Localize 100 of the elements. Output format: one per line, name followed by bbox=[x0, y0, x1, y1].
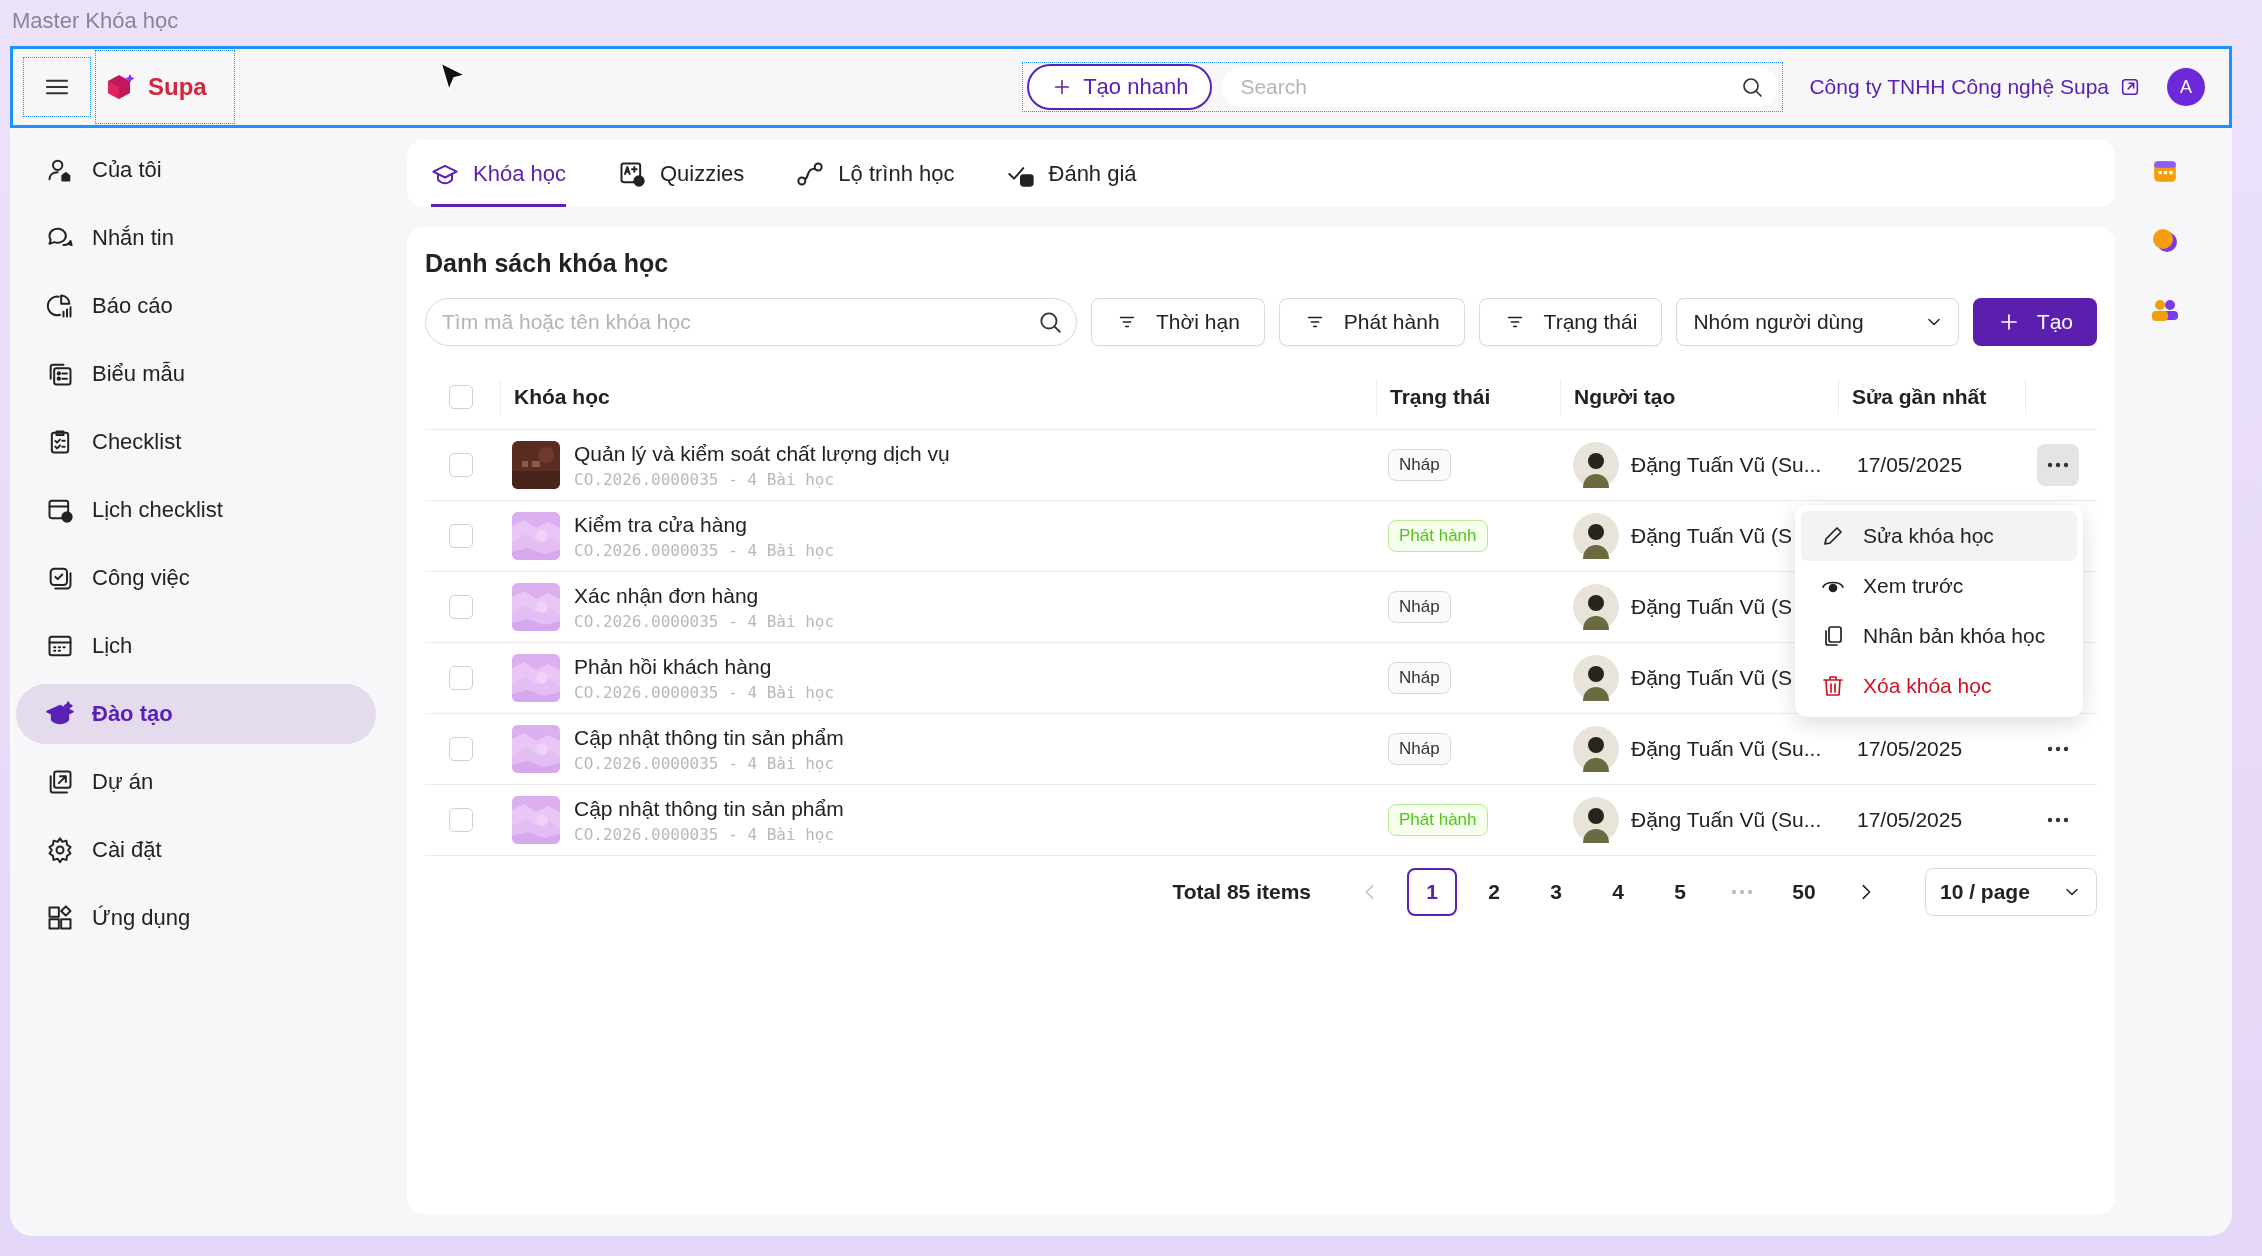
course-name[interactable]: Cập nhật thông tin sản phẩm bbox=[574, 796, 844, 821]
course-name[interactable]: Quản lý và kiểm soát chất lượng dịch vụ bbox=[574, 441, 950, 466]
sidebar-item[interactable]: Báo cáo bbox=[16, 276, 376, 336]
more-icon bbox=[2047, 817, 2069, 823]
course-code: CO.2026.0000035 - 4 Bài học bbox=[574, 540, 835, 560]
page-button[interactable]: 4 bbox=[1593, 868, 1643, 916]
settings-icon bbox=[46, 836, 74, 864]
status-tag: Nháp bbox=[1388, 733, 1451, 765]
avatar[interactable]: A bbox=[2167, 68, 2205, 106]
row-checkbox[interactable] bbox=[449, 453, 473, 477]
tab[interactable]: Quizzies bbox=[617, 140, 745, 207]
creator-name: Đặng Tuấn Vũ (Su... bbox=[1631, 808, 1822, 832]
creator-name: Đặng Tuấn Vũ (Su... bbox=[1631, 453, 1822, 477]
sidebar-item[interactable]: Đào tạo bbox=[16, 684, 376, 744]
course-code: CO.2026.0000035 - 4 Bài học bbox=[574, 469, 836, 489]
course-name[interactable]: Xác nhận đơn hàng bbox=[574, 583, 835, 608]
page-button[interactable]: 3 bbox=[1531, 868, 1581, 916]
users-icon[interactable] bbox=[2150, 298, 2180, 322]
modified-date: 17/05/2025 bbox=[1856, 737, 1963, 760]
status-tag: Phát hành bbox=[1388, 804, 1488, 836]
row-checkbox[interactable] bbox=[449, 666, 473, 690]
creator-name: Đặng Tuấn Vũ (Su... bbox=[1631, 737, 1822, 761]
sidebar-item[interactable]: Công việc bbox=[16, 548, 376, 608]
column-header: Sửa gần nhất bbox=[1852, 384, 1987, 409]
page-button[interactable]: 50 bbox=[1779, 868, 1829, 916]
total-count: Total 85 items bbox=[1172, 880, 1311, 904]
menu-button[interactable] bbox=[23, 57, 91, 117]
menu-item[interactable]: Nhân bản khóa học bbox=[1801, 611, 2077, 661]
avatar bbox=[1573, 726, 1619, 772]
company-name[interactable]: Công ty TNHH Công nghệ Supa bbox=[1809, 75, 2109, 99]
trash-icon bbox=[1821, 674, 1845, 698]
filter-button[interactable]: Phát hành bbox=[1278, 298, 1465, 346]
filter-button[interactable]: Thời hạn bbox=[1091, 298, 1265, 346]
status-tag: Phát hành bbox=[1388, 520, 1488, 552]
sidebar-item[interactable]: Lịch checklist bbox=[16, 480, 376, 540]
row-checkbox[interactable] bbox=[449, 737, 473, 761]
group-select[interactable]: Nhóm người dùng bbox=[1676, 298, 1959, 346]
modified-date: 17/05/2025 bbox=[1856, 808, 1963, 831]
course-code: CO.2026.0000035 - 4 Bài học bbox=[574, 824, 836, 844]
column-header: Trạng thái bbox=[1390, 384, 1491, 409]
chat-icon[interactable] bbox=[2151, 228, 2179, 254]
page-button[interactable]: 1 bbox=[1407, 868, 1457, 916]
page-button[interactable]: 5 bbox=[1655, 868, 1705, 916]
row-checkbox[interactable] bbox=[449, 595, 473, 619]
creator-name: Đặng Tuấn Vũ (S bbox=[1631, 524, 1793, 548]
apps-icon bbox=[46, 904, 74, 932]
creator-name: Đặng Tuấn Vũ (S bbox=[1631, 666, 1793, 690]
course-name[interactable]: Cập nhật thông tin sản phẩm bbox=[574, 725, 844, 750]
search-icon bbox=[1037, 309, 1063, 335]
list-title: Danh sách khóa học bbox=[425, 249, 670, 278]
page-button[interactable]: 2 bbox=[1469, 868, 1519, 916]
sidebar-item[interactable]: Lịch bbox=[16, 616, 376, 676]
avatar bbox=[1573, 655, 1619, 701]
quick-create-button[interactable]: Tạo nhanh bbox=[1027, 64, 1213, 110]
more-icon bbox=[2047, 462, 2069, 468]
filter-button[interactable]: Trạng thái bbox=[1478, 298, 1663, 346]
tab[interactable]: Lộ trình học bbox=[796, 140, 955, 207]
status-tag: Nháp bbox=[1388, 449, 1451, 481]
course-code: CO.2026.0000035 - 4 Bài học bbox=[574, 753, 836, 773]
search-field[interactable]: Tìm mã hoặc tên khóa học bbox=[425, 298, 1077, 346]
sidebar-item[interactable]: Nhắn tin bbox=[16, 208, 376, 268]
select-all-checkbox[interactable] bbox=[449, 384, 473, 409]
status-tag: Nháp bbox=[1388, 591, 1451, 623]
status-tag: Nháp bbox=[1388, 662, 1451, 694]
brand-name: Supa bbox=[148, 73, 207, 101]
menu-item[interactable]: Xem trước bbox=[1801, 561, 2077, 611]
row-checkbox[interactable] bbox=[449, 808, 473, 832]
tab[interactable]: Đánh giá bbox=[1006, 140, 1137, 207]
column-header: Người tạo bbox=[1574, 384, 1676, 409]
course-code: CO.2026.0000035 - 4 Bài học bbox=[574, 611, 835, 631]
chart-icon bbox=[46, 292, 74, 320]
avatar bbox=[1573, 584, 1619, 630]
tab[interactable]: Khóa học bbox=[431, 140, 566, 207]
sidebar-item[interactable]: Biểu mẫu bbox=[16, 344, 376, 404]
column-header: Khóa học bbox=[514, 384, 610, 409]
avatar bbox=[1573, 513, 1619, 559]
pencil-icon bbox=[1821, 524, 1845, 548]
window-title: Master Khóa học bbox=[12, 8, 179, 33]
menu-item[interactable]: Xóa khóa học bbox=[1801, 661, 2077, 711]
cursor-icon bbox=[439, 61, 467, 93]
modified-date: 17/05/2025 bbox=[1856, 453, 1963, 476]
course-code: CO.2026.0000035 - 4 Bài học bbox=[574, 682, 835, 702]
more-button[interactable] bbox=[2037, 444, 2079, 486]
search-icon bbox=[1740, 75, 1765, 99]
avatar bbox=[1573, 442, 1619, 488]
sidebar-item[interactable]: Dự án bbox=[16, 752, 376, 812]
creator-name: Đặng Tuấn Vũ (S bbox=[1631, 595, 1793, 619]
calendar-icon[interactable] bbox=[2152, 158, 2178, 184]
sidebar-item[interactable]: Cài đặt bbox=[16, 820, 376, 880]
create-button[interactable]: Tạo bbox=[1972, 298, 2097, 346]
search-field[interactable]: Search bbox=[1222, 67, 1779, 107]
sidebar-item[interactable]: Ứng dụng bbox=[16, 888, 376, 948]
menu-item[interactable]: Sửa khóa học bbox=[1801, 511, 2077, 561]
row-checkbox[interactable] bbox=[449, 524, 473, 548]
course-name[interactable]: Kiểm tra cửa hàng bbox=[574, 512, 835, 537]
page-size-select[interactable]: 10 / page bbox=[1925, 868, 2097, 916]
sidebar-item[interactable]: Checklist bbox=[16, 412, 376, 472]
course-name[interactable]: Phản hồi khách hàng bbox=[574, 654, 835, 679]
external-link-icon bbox=[2119, 76, 2141, 98]
sidebar-item[interactable]: Của tôi bbox=[16, 140, 376, 200]
